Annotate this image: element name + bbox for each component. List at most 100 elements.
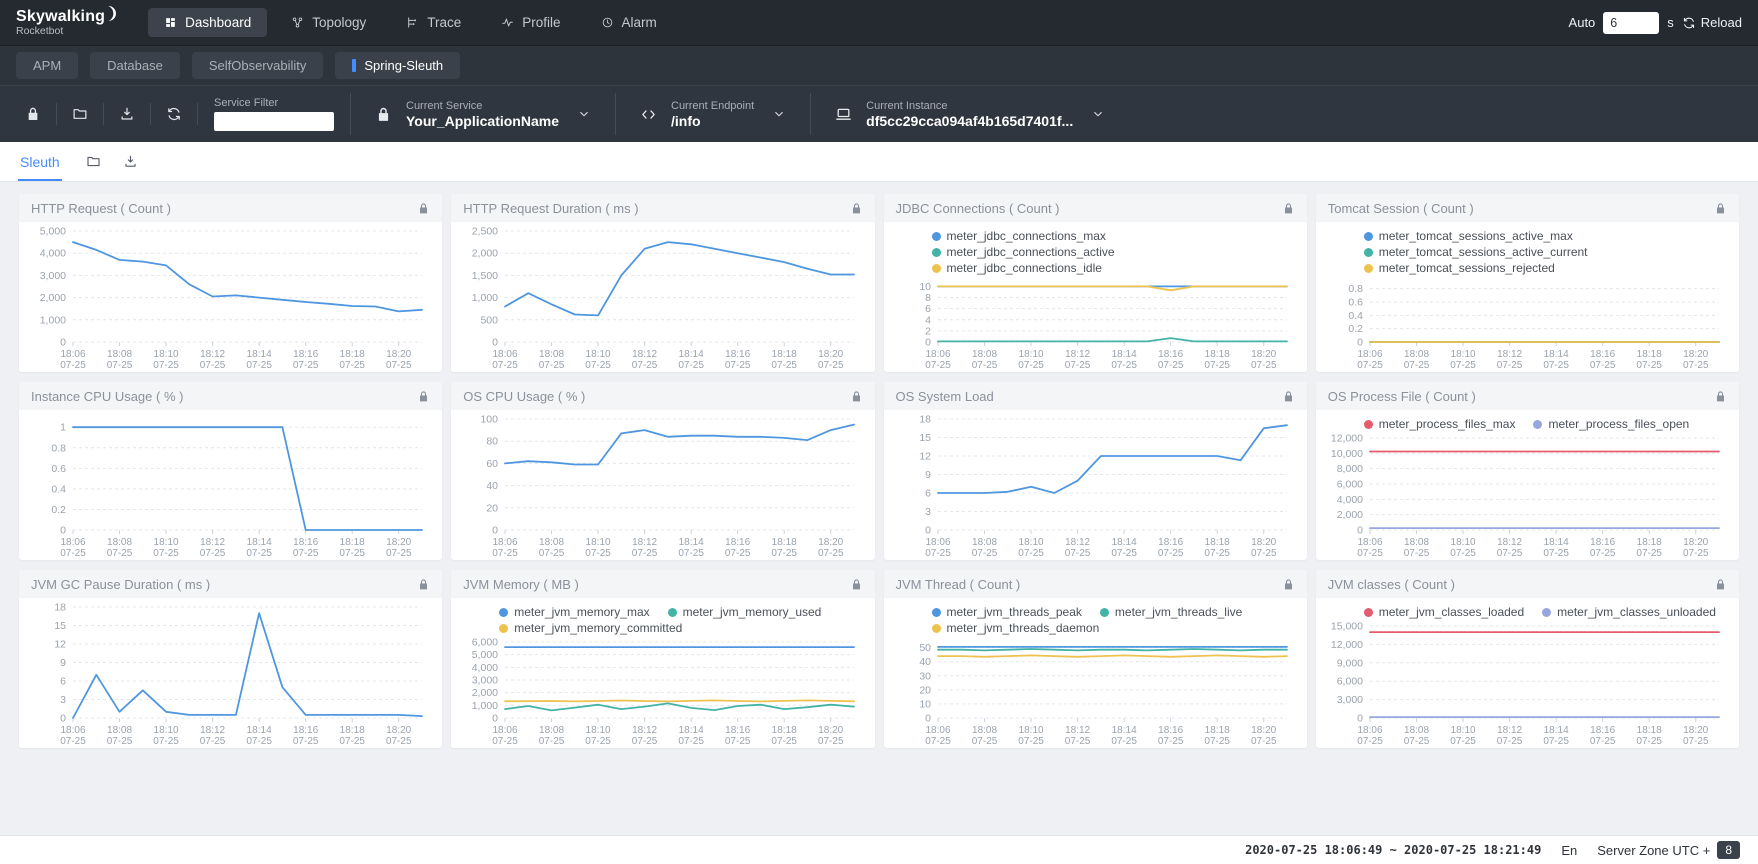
legend-item[interactable]: meter_jdbc_connections_max xyxy=(932,229,1106,243)
chart-lock-button[interactable] xyxy=(1714,578,1727,591)
dashboard-tab-selfobservability[interactable]: SelfObservability xyxy=(192,52,324,79)
folder-button[interactable] xyxy=(57,106,103,122)
legend-item[interactable]: meter_jvm_threads_live xyxy=(1100,605,1242,619)
svg-text:4,000: 4,000 xyxy=(1336,494,1362,506)
chart-lock-button[interactable] xyxy=(417,390,430,403)
selector-current-endpoint[interactable]: Current Endpoint/info xyxy=(616,100,810,129)
reload-icon-slot xyxy=(1682,16,1696,30)
chart-lock-button[interactable] xyxy=(1714,390,1727,403)
chart-lock-button[interactable] xyxy=(850,390,863,403)
refresh-button[interactable] xyxy=(151,106,197,122)
legend-item[interactable]: meter_jvm_memory_committed xyxy=(499,621,682,635)
svg-text:07-25: 07-25 xyxy=(925,548,951,559)
brand-title: Skywalking xyxy=(16,8,105,25)
service-filter-input[interactable] xyxy=(214,112,334,131)
svg-text:15: 15 xyxy=(919,432,931,444)
chart-panel-body: 2,5002,0001,5001,000500018:0607-2518:080… xyxy=(451,222,874,372)
download-button[interactable] xyxy=(104,106,150,122)
nav-dashboard[interactable]: Dashboard xyxy=(148,8,267,37)
svg-text:07-25: 07-25 xyxy=(1111,360,1137,371)
dashboard-tab-database[interactable]: Database xyxy=(90,52,180,79)
dashboard-tab-spring-sleuth[interactable]: Spring-Sleuth xyxy=(335,52,460,79)
svg-text:18:18: 18:18 xyxy=(1204,725,1229,736)
lock-icon xyxy=(417,390,430,403)
dashboard-tab-apm[interactable]: APM xyxy=(16,52,78,79)
nav-topology[interactable]: Topology xyxy=(275,8,382,37)
svg-text:0: 0 xyxy=(925,713,931,725)
reload-button[interactable]: Reload xyxy=(1682,15,1742,30)
svg-text:0.2: 0.2 xyxy=(1348,323,1363,335)
svg-text:07-25: 07-25 xyxy=(1250,360,1276,371)
legend-item[interactable]: meter_process_files_open xyxy=(1533,417,1689,431)
nav-trace[interactable]: Trace xyxy=(390,8,477,37)
legend-item[interactable]: meter_tomcat_sessions_active_current xyxy=(1364,245,1588,259)
sleuth-download-button[interactable] xyxy=(123,142,138,181)
svg-text:07-25: 07-25 xyxy=(539,360,565,371)
nav-profile[interactable]: Profile xyxy=(485,8,576,37)
chart-lock-button[interactable] xyxy=(1282,202,1295,215)
svg-text:18:06: 18:06 xyxy=(493,725,518,736)
server-zone-value[interactable]: 8 xyxy=(1717,841,1740,859)
svg-text:1: 1 xyxy=(60,422,66,434)
svg-text:07-25: 07-25 xyxy=(1403,360,1429,371)
svg-text:6: 6 xyxy=(925,488,931,500)
chart-lock-button[interactable] xyxy=(850,202,863,215)
lock-icon xyxy=(375,106,392,123)
svg-text:07-25: 07-25 xyxy=(1450,736,1476,747)
chart-lock-button[interactable] xyxy=(1282,390,1295,403)
top-header: Skywalking Rocketbot Dashboard Topology Tr… xyxy=(0,0,1758,45)
svg-text:18:16: 18:16 xyxy=(293,349,318,360)
svg-text:18:06: 18:06 xyxy=(925,725,950,736)
svg-text:07-25: 07-25 xyxy=(1636,736,1662,747)
svg-text:07-25: 07-25 xyxy=(1403,736,1429,747)
legend-item[interactable]: meter_jvm_threads_daemon xyxy=(932,621,1100,635)
selector-current-instance[interactable]: Current Instancedf5cc29cca094af4b165d740… xyxy=(811,100,1129,129)
chart-lock-button[interactable] xyxy=(850,578,863,591)
legend-item[interactable]: meter_jvm_memory_max xyxy=(499,605,649,619)
chart-canvas: 6,0005,0004,0003,0002,0001,000018:0607-2… xyxy=(457,635,868,748)
svg-text:07-25: 07-25 xyxy=(293,548,319,559)
selector-current-service[interactable]: Current ServiceYour_ApplicationName xyxy=(351,100,615,129)
chart-panel-body: 10080604020018:0607-2518:0807-2518:1007-… xyxy=(451,410,874,560)
legend-item[interactable]: meter_tomcat_sessions_rejected xyxy=(1364,261,1555,275)
brand[interactable]: Skywalking Rocketbot xyxy=(16,8,118,37)
chart-panel-header: JVM Thread ( Count ) xyxy=(884,570,1307,598)
legend-dot xyxy=(1364,264,1373,273)
chart-lock-button[interactable] xyxy=(1714,202,1727,215)
legend-item[interactable]: meter_process_files_max xyxy=(1364,417,1516,431)
sleuth-folder-button[interactable] xyxy=(86,142,101,181)
lock-button[interactable] xyxy=(10,106,56,122)
legend-item[interactable]: meter_jdbc_connections_idle xyxy=(932,261,1102,275)
selector-value: Your_ApplicationName xyxy=(406,113,559,129)
svg-text:18:20: 18:20 xyxy=(818,537,843,548)
svg-text:18:08: 18:08 xyxy=(972,725,997,736)
chart-lock-button[interactable] xyxy=(417,578,430,591)
svg-text:07-25: 07-25 xyxy=(1357,548,1383,559)
svg-text:07-25: 07-25 xyxy=(1497,736,1523,747)
tab-sleuth[interactable]: Sleuth xyxy=(18,142,62,181)
svg-text:10: 10 xyxy=(919,698,931,710)
chart-lock-button[interactable] xyxy=(1282,578,1295,591)
time-range-picker[interactable]: 2020-07-25 18:06:49 ~ 2020-07-25 18:21:4… xyxy=(1245,843,1541,857)
legend-item[interactable]: meter_jvm_memory_used xyxy=(668,605,822,619)
legend-item[interactable]: meter_jvm_threads_peak xyxy=(932,605,1082,619)
app: Skywalking Rocketbot Dashboard Topology Tr… xyxy=(0,0,1758,864)
svg-text:07-25: 07-25 xyxy=(971,548,997,559)
svg-text:18:14: 18:14 xyxy=(247,725,272,736)
svg-text:3,000: 3,000 xyxy=(40,270,66,282)
lock-icon xyxy=(25,106,41,122)
auto-interval-input[interactable] xyxy=(1603,12,1659,34)
chart-canvas: 12,00010,0008,0006,0004,0002,000018:0607… xyxy=(1322,431,1733,560)
language-selector[interactable]: En xyxy=(1561,843,1577,858)
chart-legend: meter_tomcat_sessions_active_max meter_to… xyxy=(1322,224,1733,275)
svg-text:18:10: 18:10 xyxy=(586,349,611,360)
legend-item[interactable]: meter_jdbc_connections_active xyxy=(932,245,1115,259)
legend-item[interactable]: meter_jvm_classes_loaded xyxy=(1364,605,1524,619)
svg-text:0: 0 xyxy=(492,337,498,349)
legend-item[interactable]: meter_tomcat_sessions_active_max xyxy=(1364,229,1573,243)
chart-lock-button[interactable] xyxy=(417,202,430,215)
svg-text:18:06: 18:06 xyxy=(1357,725,1382,736)
legend-item[interactable]: meter_jvm_classes_unloaded xyxy=(1542,605,1716,619)
chart-title: OS Process File ( Count ) xyxy=(1328,389,1476,404)
nav-alarm[interactable]: Alarm xyxy=(585,8,673,37)
